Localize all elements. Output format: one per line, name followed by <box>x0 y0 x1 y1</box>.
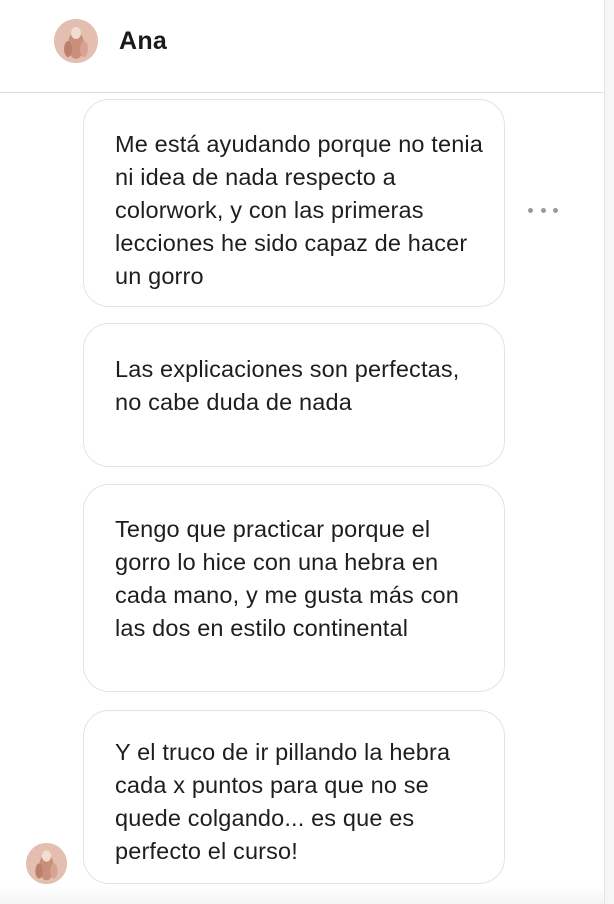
message-bubble[interactable]: Las explicaciones son perfectas, no cabe… <box>83 323 505 467</box>
more-options-icon <box>540 207 546 213</box>
chat-window: Ana Me está ayudando porque no tenia ni … <box>0 0 605 904</box>
contact-name[interactable]: Ana <box>119 27 167 56</box>
contact-avatar-small[interactable] <box>26 843 67 884</box>
message-text: Y el truco de ir pillando la hebra cada … <box>115 739 451 864</box>
message-bubble[interactable]: Tengo que practicar porque el gorro lo h… <box>83 484 505 692</box>
avatar-photo-icon <box>26 843 67 884</box>
composer-edge <box>0 886 604 904</box>
message-text: Tengo que practicar porque el gorro lo h… <box>115 516 459 641</box>
contact-avatar[interactable] <box>54 19 98 63</box>
message-bubble[interactable]: Me está ayudando porque no tenia ni idea… <box>83 99 505 307</box>
more-options-button[interactable] <box>526 198 560 222</box>
avatar-photo-icon <box>54 19 98 63</box>
message-bubble[interactable]: Y el truco de ir pillando la hebra cada … <box>83 710 505 884</box>
message-text: Las explicaciones son perfectas, no cabe… <box>115 356 460 415</box>
more-options-icon <box>553 207 558 213</box>
chat-header: Ana <box>0 0 604 93</box>
more-options-icon <box>528 207 533 213</box>
message-text: Me está ayudando porque no tenia ni idea… <box>115 131 484 289</box>
